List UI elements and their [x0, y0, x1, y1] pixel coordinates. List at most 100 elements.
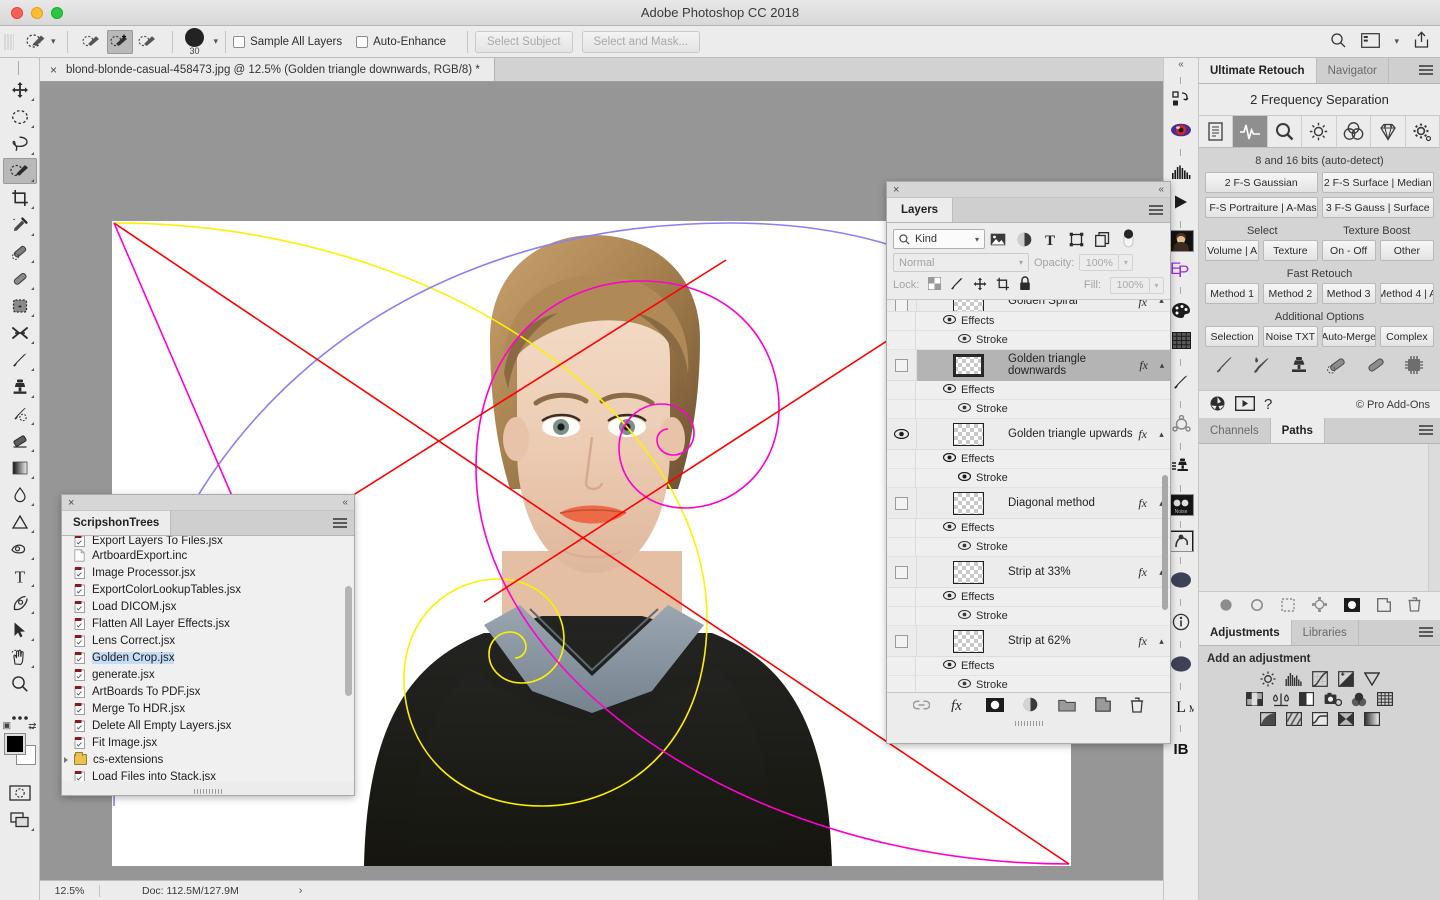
select-button-3[interactable]: Other	[1379, 240, 1434, 261]
type-layers-filter-icon[interactable]: T	[1037, 229, 1063, 249]
fast-retouch-button-1[interactable]: Method 2	[1263, 283, 1318, 304]
layer-fx-badge[interactable]: fx	[1138, 300, 1153, 310]
stroke-visibility-icon[interactable]	[957, 333, 972, 346]
tab-channels[interactable]: Channels	[1199, 418, 1271, 443]
collapse-icon[interactable]: «	[1158, 184, 1164, 195]
lock-artboard-icon[interactable]	[996, 277, 1010, 294]
color-circles-icon[interactable]	[1337, 116, 1372, 147]
options-bar-grip[interactable]	[4, 30, 14, 53]
layers-panel-resize-grip[interactable]	[887, 719, 1170, 728]
opacity-value[interactable]: 100%	[1079, 254, 1120, 271]
healing-brush-tool[interactable]	[3, 266, 37, 292]
list-item[interactable]: Effects	[887, 656, 1170, 676]
tab-adjustments[interactable]: Adjustments	[1199, 620, 1292, 645]
color-balance-icon[interactable]	[1272, 691, 1290, 707]
layer-fx-badge[interactable]: fx	[1139, 358, 1154, 373]
chevron-down-icon[interactable]: ▾	[975, 235, 979, 244]
lock-image-pixels-icon[interactable]	[950, 277, 964, 294]
zoom-tool[interactable]	[3, 671, 37, 697]
filter-toggle-icon[interactable]	[1115, 229, 1141, 249]
workspace-chevron-down-icon[interactable]: ▾	[1394, 36, 1399, 47]
smart-object-filter-icon[interactable]	[1089, 229, 1115, 249]
tool-preset-chevron-down-icon[interactable]: ▾	[51, 36, 56, 47]
dock-grip[interactable]	[1171, 638, 1191, 650]
new-path-icon[interactable]	[1376, 597, 1391, 615]
tab-paths[interactable]: Paths	[1270, 418, 1325, 443]
dodge-tool[interactable]	[3, 509, 37, 535]
list-item[interactable]: Image Processor.jsx	[62, 564, 354, 581]
list-item[interactable]: Effects	[887, 311, 1170, 331]
lasso-tool[interactable]	[3, 131, 37, 157]
list-item[interactable]: Flatten All Layer Effects.jsx	[62, 615, 354, 632]
hue-saturation-icon[interactable]	[1246, 691, 1264, 707]
additional-button-3[interactable]: Complex	[1379, 326, 1434, 347]
lock-transparent-pixels-icon[interactable]	[927, 276, 942, 293]
additional-button-2[interactable]: Auto-Merge	[1321, 326, 1376, 347]
dock-grip[interactable]	[1171, 554, 1191, 566]
make-work-path-icon[interactable]	[1311, 597, 1327, 615]
fast-retouch-button-2[interactable]: Method 3	[1321, 283, 1376, 304]
foreground-color-swatch[interactable]	[3, 733, 26, 755]
eyedropper-tool[interactable]	[3, 212, 37, 238]
load-selection-icon[interactable]	[1280, 597, 1295, 615]
tab-scripshontrees[interactable]: ScripshonTrees	[62, 511, 172, 535]
adjustment-layers-filter-icon[interactable]	[1011, 229, 1037, 249]
brightness-icon[interactable]	[1302, 116, 1337, 147]
alien-skin-icon[interactable]	[1168, 530, 1194, 552]
pen-tool[interactable]	[3, 590, 37, 616]
eye-candy-icon[interactable]	[1166, 116, 1196, 144]
delete-path-icon[interactable]	[1408, 597, 1421, 615]
table-row[interactable]: Golden Spiral fx ▴	[887, 300, 1170, 312]
magnify-icon[interactable]	[1268, 116, 1303, 147]
fs-button-1[interactable]: 2 F-S Surface | Median	[1321, 172, 1434, 193]
list-item[interactable]: Stroke	[887, 675, 1170, 692]
dock-grip[interactable]	[1171, 284, 1191, 296]
table-row[interactable]: Strip at 62% fx ▴	[887, 625, 1170, 657]
new-layer-icon[interactable]	[1095, 697, 1111, 715]
dock-grip[interactable]	[1171, 482, 1191, 494]
panel-menu-icon[interactable]	[1419, 425, 1433, 437]
move-tool[interactable]	[3, 77, 37, 103]
effects-visibility-icon[interactable]	[942, 521, 957, 534]
list-item[interactable]: Export Layers To Files.jsx	[62, 536, 354, 547]
collapse-icon[interactable]: «	[342, 497, 348, 508]
chevron-up-icon[interactable]: ▴	[1153, 429, 1170, 440]
vibrance-icon[interactable]	[1363, 671, 1381, 687]
crop-tool[interactable]	[3, 185, 37, 211]
brush-size-picker[interactable]: 30	[180, 27, 210, 56]
select-button-0[interactable]: Volume | A	[1205, 240, 1260, 261]
layer-visibility-toggle[interactable]	[887, 634, 916, 648]
content-aware-move-tool[interactable]	[3, 320, 37, 346]
brush-tool[interactable]	[3, 347, 37, 373]
tab-libraries[interactable]: Libraries	[1291, 620, 1359, 645]
panel-menu-icon[interactable]	[1419, 627, 1433, 639]
lock-all-icon[interactable]	[1019, 276, 1031, 294]
layers-scrollbar-thumb[interactable]	[1162, 475, 1168, 610]
toolbox-grip[interactable]	[8, 61, 31, 75]
posterize-icon[interactable]	[1285, 711, 1303, 727]
photo-filter-icon[interactable]	[1324, 691, 1342, 707]
patch-icon[interactable]	[1365, 355, 1387, 378]
eraser-tool[interactable]	[3, 428, 37, 454]
paths-list[interactable]	[1199, 444, 1440, 592]
quick-mask-mode-button[interactable]	[3, 780, 37, 806]
actions-icon[interactable]	[1166, 86, 1196, 114]
scripts-list[interactable]: Export Layers To Files.jsx ArtboardExpor…	[62, 536, 354, 781]
scripts-scrollbar-thumb[interactable]	[345, 586, 352, 696]
list-item[interactable]: Load DICOM.jsx	[62, 598, 354, 615]
brush-chevron-down-icon[interactable]: ▾	[214, 36, 219, 47]
delete-layer-icon[interactable]	[1130, 697, 1144, 716]
list-item[interactable]: Stroke	[887, 399, 1170, 419]
table-row[interactable]: Golden triangle downwards fx ▴	[887, 349, 1170, 381]
add-mask-icon[interactable]	[1343, 597, 1360, 615]
channel-mixer-icon[interactable]	[1350, 691, 1368, 707]
fs-button-2[interactable]: 2 F-S Portraiture | A-Mask	[1205, 197, 1318, 218]
color-lookup-icon[interactable]	[1376, 691, 1394, 707]
dock-grip[interactable]	[1171, 356, 1191, 368]
diamond-icon[interactable]	[1371, 116, 1406, 147]
portraiture-icon[interactable]	[1168, 230, 1194, 252]
dock-grip[interactable]	[1171, 146, 1191, 158]
fill-path-icon[interactable]	[1219, 598, 1233, 615]
layer-fx-badge[interactable]: fx	[1138, 565, 1153, 580]
add-layer-style-icon[interactable]: fx	[949, 697, 967, 715]
